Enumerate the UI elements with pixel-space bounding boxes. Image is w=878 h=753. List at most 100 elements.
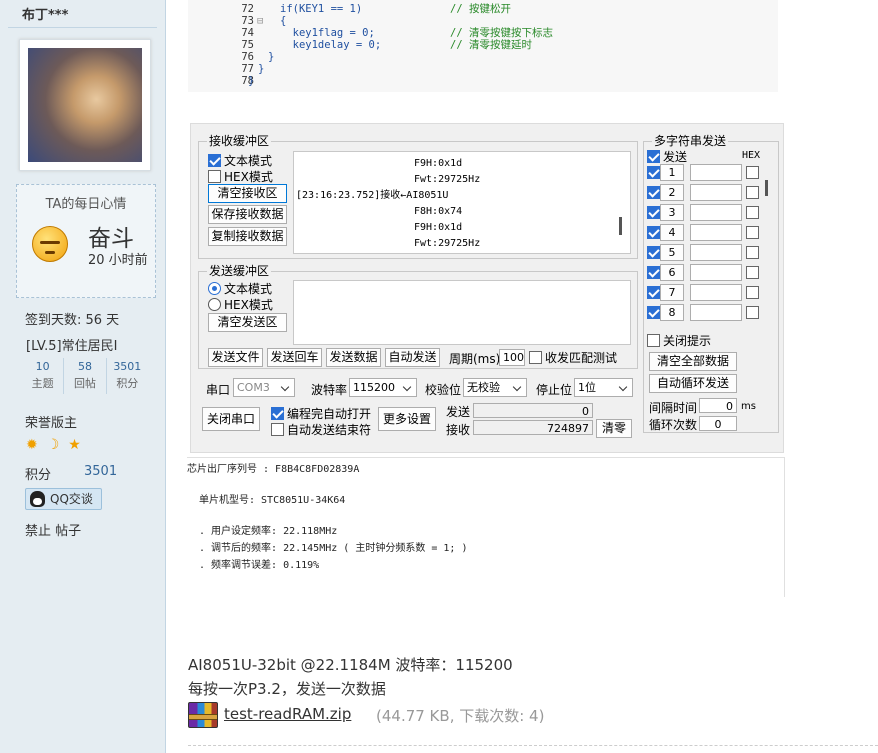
post-line: 每按一次P3.2，发送一次数据	[188, 680, 386, 698]
loop-count-label: 循环次数	[649, 418, 698, 432]
send-count-label: 发送	[446, 405, 471, 419]
clear-count-button[interactable]: 清零	[596, 419, 632, 438]
attachment-link[interactable]: test-readRAM.zip	[224, 705, 351, 723]
multi-row-1[interactable]: 1	[647, 163, 759, 181]
recv-line: Fwt:29725Hz	[414, 238, 481, 249]
close-hint-checkbox[interactable]: 关闭提示	[647, 332, 711, 349]
multi-row-5[interactable]: 5	[647, 243, 759, 261]
multi-row-7[interactable]: 7	[647, 283, 759, 301]
signin-days: 签到天数: 56 天	[25, 313, 120, 328]
mood-face-icon	[32, 226, 68, 262]
points-value[interactable]: 3501	[84, 464, 117, 479]
send-enter-button[interactable]: 发送回车	[267, 348, 322, 367]
multi-string-title: 多字符串发送	[652, 134, 729, 148]
user-sidebar: 布丁*** TA的每日心情 奋斗 20 小时前 签到天数: 56 天 [LV.5…	[0, 0, 166, 753]
interval-input[interactable]: 0	[699, 398, 737, 413]
stat-num: 10	[35, 360, 50, 373]
mood-time: 20 小时前	[88, 253, 148, 268]
send-data-button[interactable]: 发送数据	[326, 348, 381, 367]
stop-bits-label: 停止位	[536, 383, 573, 397]
baud-select[interactable]: 115200	[349, 378, 417, 397]
recv-line: F8H:0x74	[414, 206, 463, 217]
multi-row-6[interactable]: 6	[647, 263, 759, 281]
stat-label: 主题	[31, 377, 54, 390]
divider	[8, 27, 157, 28]
moon-icon: ☽	[46, 437, 60, 453]
stat-points[interactable]: 3501 积分	[107, 358, 148, 394]
stop-bits-select[interactable]: 1位	[574, 378, 633, 397]
recv-count: 724897	[473, 420, 593, 435]
honor-title: 荣誉版主	[25, 416, 78, 431]
close-port-button[interactable]: 关闭串口	[202, 407, 260, 431]
clear-all-button[interactable]: 清空全部数据	[649, 352, 737, 371]
port-label: 串口	[206, 383, 231, 397]
send-file-button[interactable]: 发送文件	[208, 348, 263, 367]
recv-line: F9H:0x1d	[414, 158, 463, 169]
auto-loop-button[interactable]: 自动循环发送	[649, 374, 737, 393]
qq-chat-button[interactable]: QQ交谈	[25, 488, 102, 510]
receive-text-area[interactable]: F9H:0x1d Fwt:29725Hz [23:16:23.752]接收←AI…	[293, 151, 631, 254]
loop-count-input[interactable]: 0	[699, 416, 737, 431]
auto-send-button[interactable]: 自动发送	[385, 348, 440, 367]
multi-row-4[interactable]: 4	[647, 223, 759, 241]
send-count: 0	[473, 403, 593, 418]
mood-title: TA的每日心情	[45, 197, 127, 212]
user-stats: 10 主题 58 回帖 3501 积分	[22, 358, 148, 394]
recv-line: [23:16:23.752]接收←AI8051U	[296, 190, 449, 201]
user-level[interactable]: [LV.5]常住居民I	[26, 335, 117, 354]
clear-receive-button[interactable]: 清空接收区	[208, 184, 287, 203]
username[interactable]: 布丁***	[22, 4, 68, 23]
auto-open-checkbox[interactable]: 编程完自动打开	[271, 405, 371, 422]
send-text-area[interactable]	[293, 280, 631, 345]
send-text-mode-radio[interactable]: 文本模式	[208, 280, 272, 297]
multi-hex-header: HEX	[742, 150, 761, 161]
recv-hex-mode-checkbox[interactable]: HEX模式	[208, 168, 273, 185]
recv-count-label: 接收	[446, 423, 471, 437]
stat-threads[interactable]: 10 主题	[22, 358, 65, 394]
avatar-frame[interactable]	[19, 39, 151, 171]
save-receive-button[interactable]: 保存接收数据	[208, 205, 287, 224]
recv-text-mode-checkbox[interactable]: 文本模式	[208, 152, 272, 169]
recv-line: F9H:0x1d	[414, 222, 463, 233]
stat-num: 58	[77, 360, 92, 373]
more-settings-button[interactable]: 更多设置	[378, 407, 436, 431]
multi-row-3[interactable]: 3	[647, 203, 759, 221]
multi-scrollbar[interactable]	[765, 180, 768, 196]
copy-receive-button[interactable]: 复制接收数据	[208, 227, 287, 246]
attachment-meta: (44.77 KB, 下载次数: 4)	[376, 707, 545, 725]
baud-label: 波特率	[311, 383, 348, 397]
output-line: . 调节后的频率: 22.145MHz ( 主时钟分频系数 = 1; )	[199, 543, 468, 554]
divider	[188, 745, 878, 746]
match-test-checkbox[interactable]: 收发匹配测试	[529, 349, 617, 366]
stat-label: 积分	[116, 377, 139, 390]
output-line: . 用户设定频率: 22.118MHz	[199, 526, 338, 537]
code-screenshot: 72 if(KEY1 == 1)// 按键松开 73 ⊟{ 74 key1flag …	[188, 0, 778, 92]
receive-scrollbar[interactable]	[619, 217, 622, 235]
period-input[interactable]: 100	[499, 349, 525, 366]
star-icon: ★	[68, 437, 81, 453]
parity-label: 校验位	[425, 383, 462, 397]
avatar[interactable]	[28, 48, 142, 162]
isp-output-panel: 芯片出厂序列号 : F8B4C8FD02839A 单片机型号: STC8051U…	[187, 457, 785, 597]
interval-unit: ms	[741, 401, 756, 412]
output-line: 芯片出厂序列号 : F8B4C8FD02839A	[187, 464, 360, 475]
stat-label: 回帖	[73, 377, 96, 390]
qq-label: QQ交谈	[50, 492, 93, 506]
mood-word: 奋斗	[88, 226, 134, 252]
send-hex-mode-radio[interactable]: HEX模式	[208, 296, 273, 313]
clear-send-button[interactable]: 清空发送区	[208, 313, 287, 332]
sun-icon: ✹	[26, 437, 38, 453]
stat-replies[interactable]: 58 回帖	[64, 358, 107, 394]
send-buffer-title: 发送缓冲区	[207, 264, 272, 278]
serial-assistant-window: 接收缓冲区 文本模式 HEX模式 清空接收区 保存接收数据 复制接收数据 F9H…	[190, 123, 784, 453]
multi-row-8[interactable]: 8	[647, 303, 759, 321]
parity-select[interactable]: 无校验	[463, 378, 527, 397]
multi-row-2[interactable]: 2	[647, 183, 759, 201]
auto-send-terminator-checkbox[interactable]: 自动发送结束符	[271, 421, 371, 438]
qq-penguin-icon	[30, 491, 45, 507]
medal-row: ✹ ☽ ★	[26, 437, 81, 453]
port-select[interactable]: COM3	[233, 378, 295, 397]
recv-line: Fwt:29725Hz	[414, 174, 481, 185]
ban-post-links[interactable]: 禁止 帖子	[25, 520, 81, 539]
output-line: . 频率调节误差: 0.119%	[199, 560, 320, 571]
